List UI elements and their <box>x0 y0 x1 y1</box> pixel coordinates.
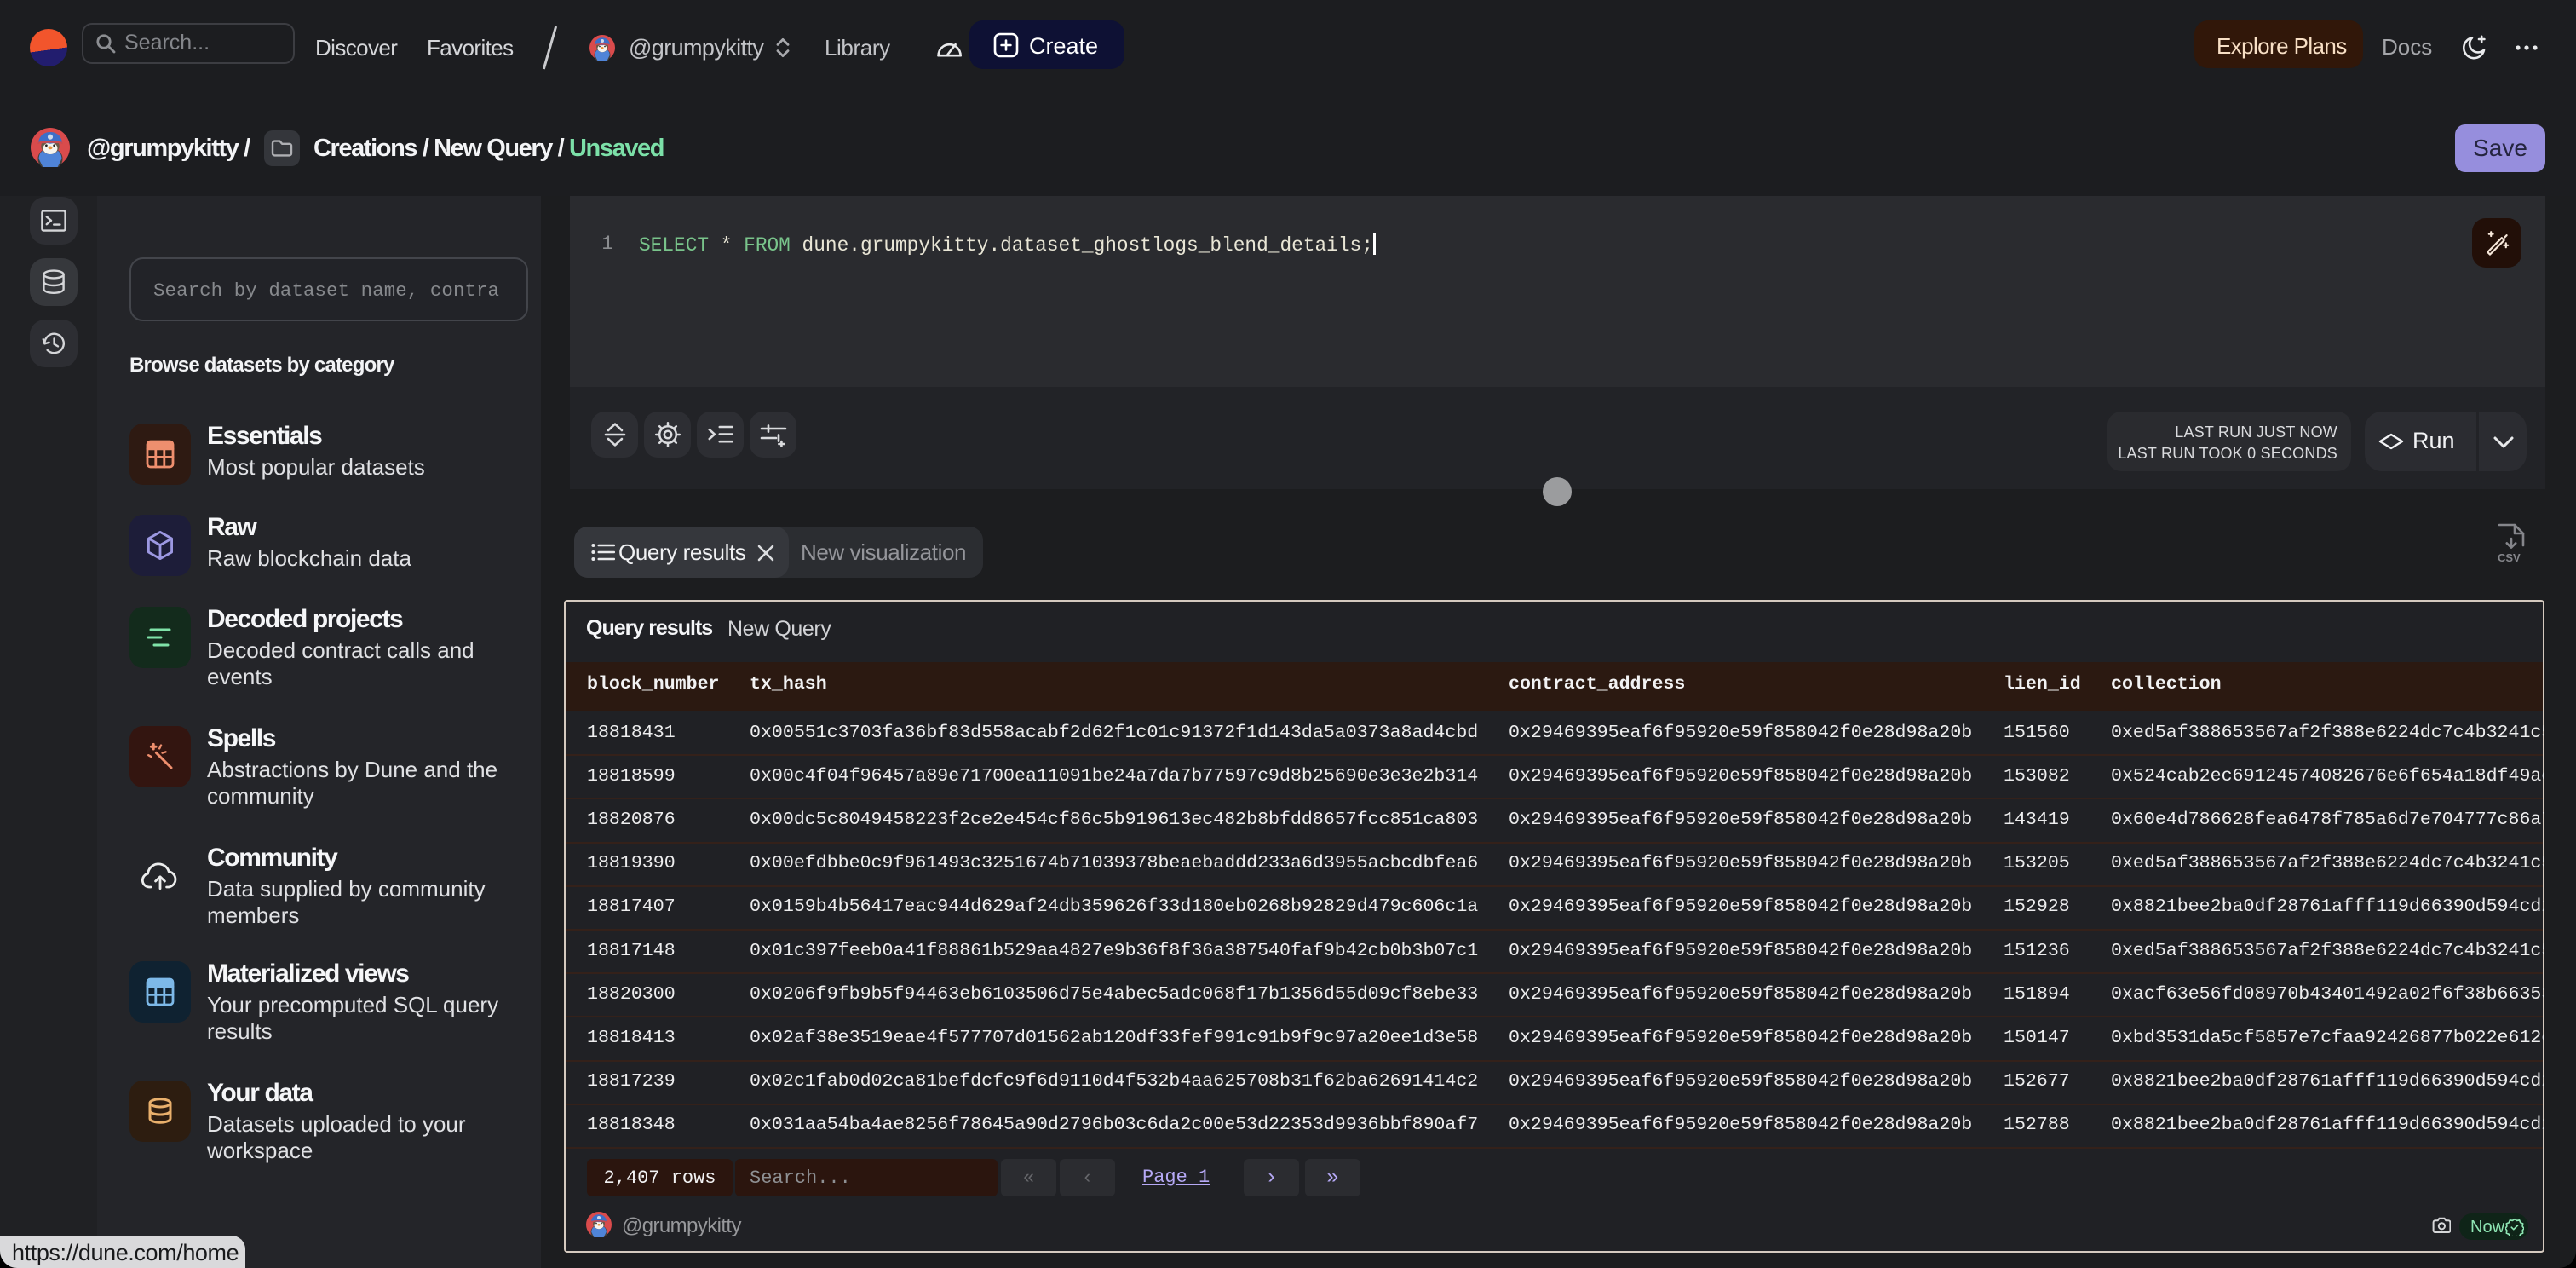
svg-text:CSV: CSV <box>2498 551 2521 564</box>
